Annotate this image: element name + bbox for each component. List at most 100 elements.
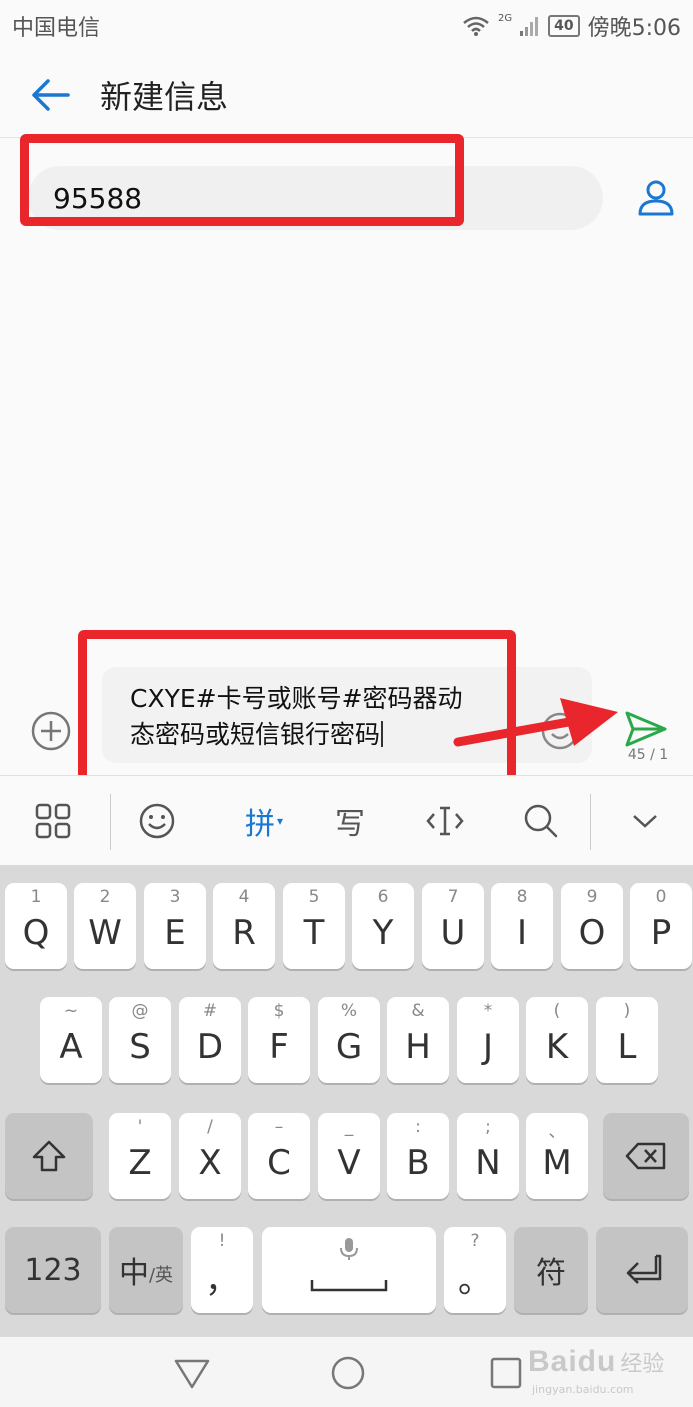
collapse-icon[interactable] <box>620 796 670 846</box>
key-j[interactable]: * J <box>457 997 519 1083</box>
key-sub: ( <box>553 1001 561 1021</box>
key-sub: 、 <box>548 1122 566 1142</box>
symbols-key[interactable]: 符 <box>514 1227 588 1313</box>
key-label: V <box>337 1143 361 1183</box>
key-f[interactable]: $ F <box>248 997 310 1083</box>
key-sub: 5 <box>308 887 320 907</box>
key-g[interactable]: % G <box>318 997 380 1083</box>
wifi-icon <box>463 16 489 36</box>
message-line-1: CXYE#卡号或账号#密码器动 <box>130 684 463 713</box>
space-key[interactable] <box>262 1227 436 1313</box>
app-header: 新建信息 <box>0 52 693 138</box>
pinyin-mode[interactable]: 拼 ▾ <box>234 796 294 846</box>
nav-home-icon[interactable] <box>328 1355 368 1391</box>
key-k[interactable]: (K <box>526 997 588 1083</box>
numbers-key[interactable]: 123 <box>5 1227 101 1313</box>
emoji-icon[interactable] <box>540 711 580 751</box>
send-icon[interactable] <box>624 709 668 749</box>
key-t[interactable]: 5T <box>283 883 345 969</box>
key-label: F <box>269 1027 289 1067</box>
key-label: M <box>542 1143 572 1183</box>
comma-key[interactable]: !， <box>191 1227 253 1313</box>
baidu-watermark: Baidu 经验 jingyan.baidu.com <box>528 1345 688 1401</box>
key-s[interactable]: @ S <box>109 997 171 1083</box>
grid-icon[interactable] <box>28 796 78 846</box>
char-counter: 45 / 1 <box>627 747 669 763</box>
key-sub: 0 <box>655 887 667 907</box>
plus-circle-icon[interactable] <box>30 710 72 752</box>
key-sub: 7 <box>447 887 459 907</box>
watermark-cn: 经验 <box>620 1352 665 1377</box>
watermark-brand: Baidu <box>528 1345 617 1378</box>
key-e[interactable]: 3E <box>144 883 206 969</box>
back-button[interactable] <box>0 52 100 138</box>
key-a[interactable]: ~ A <box>40 997 102 1083</box>
key-z[interactable]: ' Z <box>109 1113 171 1199</box>
key-sub: # <box>202 1001 218 1021</box>
key-r[interactable]: 4R <box>213 883 275 969</box>
message-line-2-wrap: 态密码或短信银行密码 <box>130 717 574 753</box>
toolbar-divider <box>110 794 111 850</box>
nav-back-icon[interactable] <box>172 1355 212 1391</box>
key-sub: % <box>340 1001 358 1021</box>
key-m[interactable]: 、 M <box>526 1113 588 1199</box>
key-c[interactable]: – C <box>248 1113 310 1199</box>
key-n[interactable]: ; N <box>457 1113 519 1199</box>
watermark-url: jingyan.baidu.com <box>532 1383 634 1396</box>
nav-recents-icon[interactable] <box>486 1355 526 1391</box>
smiley-icon[interactable] <box>132 796 182 846</box>
key-label: B <box>406 1143 430 1183</box>
key-label: G <box>335 1027 363 1067</box>
key-sub: – <box>274 1117 284 1137</box>
search-icon[interactable] <box>516 796 566 846</box>
key-label: P <box>650 913 672 953</box>
key-label: I <box>516 913 528 953</box>
ime-toolbar: 拼 ▾ 写 <box>0 775 693 865</box>
key-b[interactable]: :B <box>387 1113 449 1199</box>
status-bar: 中国电信 2G 40 傍晚5:06 <box>0 0 693 52</box>
handwriting-icon[interactable]: 写 <box>325 796 375 846</box>
language-toggle-key[interactable]: 中/英 <box>109 1227 183 1313</box>
key-sub: / <box>207 1117 213 1137</box>
enter-key[interactable] <box>596 1227 688 1313</box>
key-q[interactable]: 1Q <box>5 883 67 969</box>
key-label: U <box>440 913 466 953</box>
key-label: L <box>617 1027 637 1067</box>
key-h[interactable]: & H <box>387 997 449 1083</box>
key-label: A <box>59 1027 83 1067</box>
key-o[interactable]: 9O <box>561 883 623 969</box>
backspace-key[interactable] <box>603 1113 689 1199</box>
period-key[interactable]: ?。 <box>444 1227 506 1313</box>
key-i[interactable]: 8I <box>491 883 553 969</box>
key-label: R <box>232 913 256 953</box>
key-sub: 8 <box>516 887 528 907</box>
contact-picker-button[interactable] <box>630 172 682 224</box>
space-bar-icon <box>310 1280 388 1292</box>
key-l[interactable]: ) L <box>596 997 658 1083</box>
shift-key[interactable] <box>5 1113 93 1199</box>
key-sub: 3 <box>169 887 181 907</box>
text-caret <box>381 721 384 747</box>
lang-sub-label: /英 <box>148 1265 174 1286</box>
cursor-icon[interactable] <box>420 796 470 846</box>
microphone-icon <box>340 1238 358 1260</box>
key-u[interactable]: 7U <box>422 883 484 969</box>
message-input[interactable]: CXYE#卡号或账号#密码器动 态密码或短信银行密码 <box>102 667 592 763</box>
page-title: 新建信息 <box>100 77 229 116</box>
recipient-input[interactable]: 95588 <box>28 166 603 230</box>
key-sub: @ <box>131 1001 149 1021</box>
key-p[interactable]: 0P <box>630 883 692 969</box>
clock: 傍晚5:06 <box>587 16 681 41</box>
key-x[interactable]: / X <box>179 1113 241 1199</box>
key-label: Y <box>372 913 394 953</box>
key-label: S <box>129 1027 151 1067</box>
keyboard: 1Q 2W 3E 4R 5T 6Y 7U 8I 9O 0P ~ A @ S # D $… <box>0 865 693 1337</box>
key-y[interactable]: 6Y <box>352 883 414 969</box>
key-d[interactable]: # D <box>179 997 241 1083</box>
key-w[interactable]: 2W <box>74 883 136 969</box>
key-label: E <box>164 913 186 953</box>
key-label: N <box>475 1143 501 1183</box>
key-v[interactable]: _ V <box>318 1113 380 1199</box>
backspace-icon <box>625 1142 666 1170</box>
dropdown-triangle-icon: ▾ <box>276 814 284 828</box>
